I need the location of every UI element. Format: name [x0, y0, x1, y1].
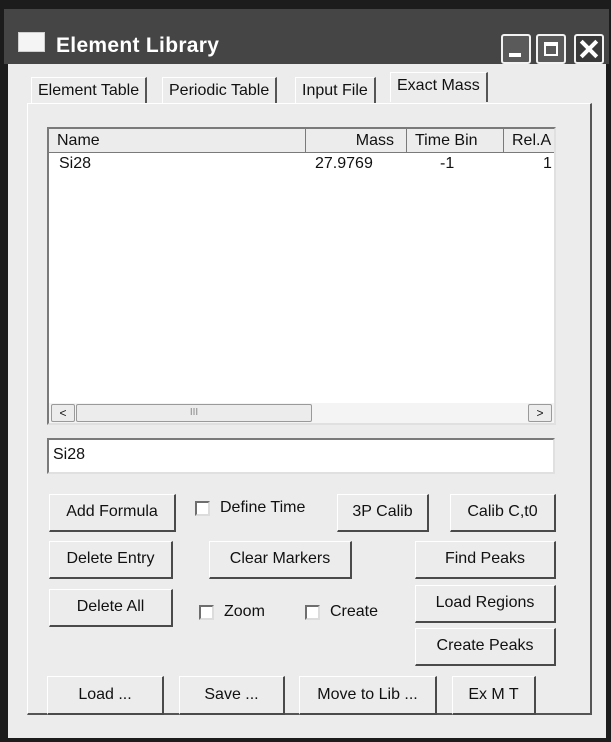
- create-box[interactable]: [305, 604, 320, 620]
- delete-entry-button[interactable]: Delete Entry: [49, 541, 173, 579]
- zoom-label: Zoom: [224, 603, 265, 620]
- load-regions-button[interactable]: Load Regions: [415, 585, 556, 623]
- column-header-rel[interactable]: Rel.A: [504, 129, 554, 153]
- move-to-lib-button[interactable]: Move to Lib ...: [299, 676, 437, 715]
- tab-element-table[interactable]: Element Table: [31, 77, 148, 103]
- app-window: Element Library Element Table Periodic T…: [0, 0, 611, 742]
- horizontal-scrollbar[interactable]: < III >: [49, 403, 554, 423]
- tab-input-file[interactable]: Input File: [295, 77, 376, 103]
- scroll-left-icon[interactable]: <: [51, 404, 75, 422]
- add-formula-button[interactable]: Add Formula: [49, 494, 176, 532]
- title-bar[interactable]: Element Library: [4, 9, 609, 64]
- load-button[interactable]: Load ...: [47, 676, 164, 715]
- cell-mass: 27.9769: [315, 155, 373, 172]
- column-header-time-bin[interactable]: Time Bin: [407, 129, 504, 153]
- window-icon: [18, 32, 45, 52]
- window-title: Element Library: [56, 34, 220, 57]
- create-peaks-button[interactable]: Create Peaks: [415, 628, 556, 666]
- define-time-checkbox[interactable]: Define Time: [195, 499, 305, 517]
- maximize-icon[interactable]: [536, 34, 566, 64]
- close-icon[interactable]: [574, 34, 604, 64]
- formula-input[interactable]: Si28: [47, 438, 555, 474]
- find-peaks-button[interactable]: Find Peaks: [415, 541, 556, 579]
- cell-name: Si28: [59, 155, 92, 172]
- zoom-box[interactable]: [199, 604, 214, 620]
- cell-rel: 1: [543, 155, 552, 172]
- clear-markers-button[interactable]: Clear Markers: [209, 541, 352, 579]
- define-time-label: Define Time: [220, 499, 306, 516]
- column-header-name[interactable]: Name: [49, 129, 306, 153]
- cell-time-bin: -1: [440, 155, 455, 172]
- scroll-right-icon[interactable]: >: [528, 404, 552, 422]
- create-checkbox[interactable]: Create: [305, 603, 378, 621]
- define-time-box[interactable]: [195, 500, 210, 516]
- mass-list[interactable]: Name Mass Time Bin Rel.A Si28 27.9769 -1…: [47, 127, 556, 425]
- save-button[interactable]: Save ...: [179, 676, 285, 715]
- column-header-mass[interactable]: Mass: [306, 129, 407, 153]
- 3p-calib-button[interactable]: 3P Calib: [337, 494, 429, 532]
- create-label: Create: [330, 603, 379, 620]
- ex-m-t-button[interactable]: Ex M T: [452, 676, 536, 715]
- minimize-icon[interactable]: [501, 34, 531, 64]
- delete-all-button[interactable]: Delete All: [49, 589, 173, 627]
- scroll-thumb[interactable]: III: [76, 404, 312, 422]
- tab-exact-mass[interactable]: Exact Mass: [390, 72, 488, 102]
- tab-periodic-table[interactable]: Periodic Table: [162, 77, 278, 103]
- calib-ct0-button[interactable]: Calib C,t0: [450, 494, 556, 532]
- zoom-checkbox[interactable]: Zoom: [199, 603, 265, 621]
